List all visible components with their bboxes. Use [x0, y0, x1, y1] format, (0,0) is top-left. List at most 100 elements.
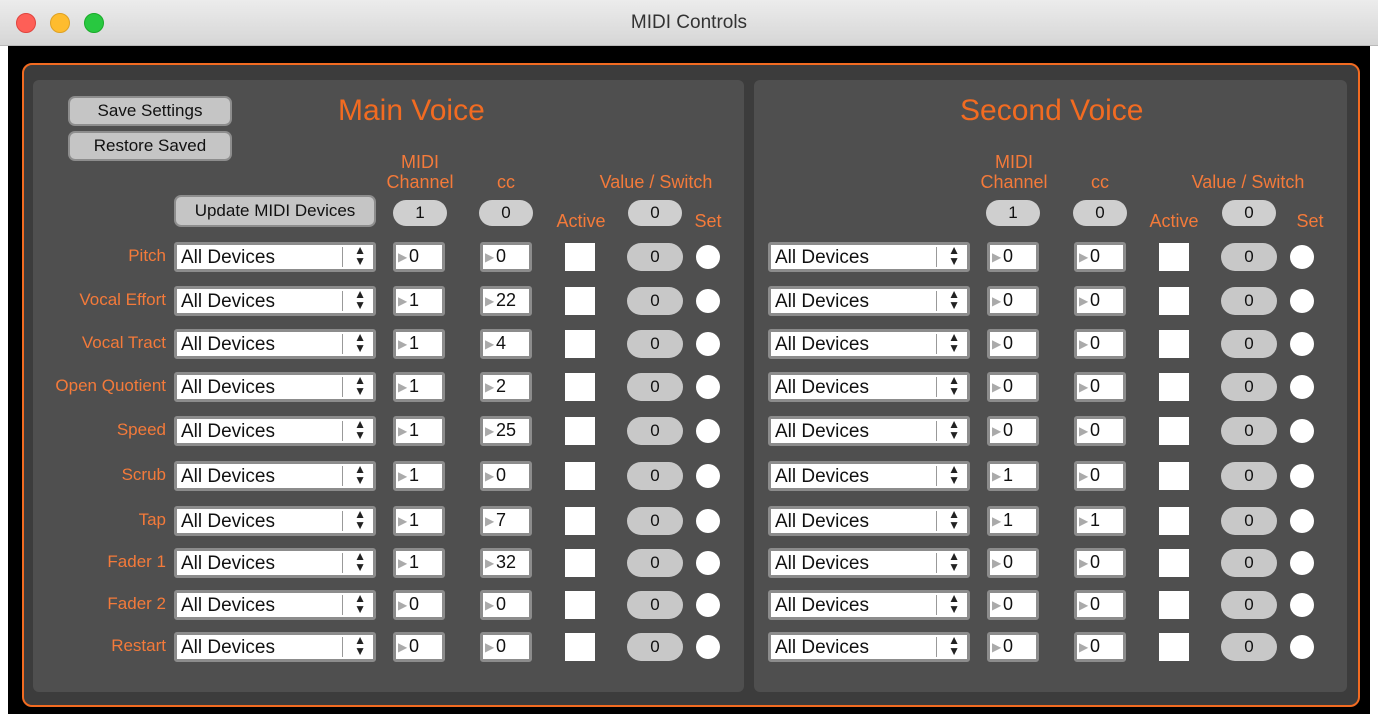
channel-number-box[interactable]: ▶ 0 — [393, 590, 445, 620]
device-select[interactable]: All Devices ▲ ▼ — [174, 286, 376, 316]
active-checkbox[interactable] — [565, 549, 595, 577]
set-radio-button[interactable] — [1290, 419, 1314, 443]
cc-number-box[interactable]: ▶ 0 — [1074, 632, 1126, 662]
cc-number-box[interactable]: ▶ 0 — [1074, 329, 1126, 359]
channel-number-box[interactable]: ▶ 0 — [393, 242, 445, 272]
value-pill[interactable]: 0 — [1221, 507, 1277, 535]
device-select[interactable]: All Devices ▲ ▼ — [174, 461, 376, 491]
restore-saved-button[interactable]: Restore Saved — [68, 131, 232, 161]
channel-number-box[interactable]: ▶ 1 — [393, 372, 445, 402]
set-radio-button[interactable] — [696, 509, 720, 533]
device-select[interactable]: All Devices ▲ ▼ — [768, 286, 970, 316]
set-radio-button[interactable] — [696, 551, 720, 575]
cc-number-box[interactable]: ▶ 0 — [1074, 461, 1126, 491]
device-select[interactable]: All Devices ▲ ▼ — [768, 372, 970, 402]
value-pill[interactable]: 0 — [1221, 417, 1277, 445]
active-checkbox[interactable] — [565, 330, 595, 358]
value-pill[interactable]: 0 — [627, 549, 683, 577]
device-select[interactable]: All Devices ▲ ▼ — [174, 548, 376, 578]
save-settings-button[interactable]: Save Settings — [68, 96, 232, 126]
set-radio-button[interactable] — [696, 289, 720, 313]
cc-number-box[interactable]: ▶ 0 — [480, 590, 532, 620]
set-radio-button[interactable] — [696, 375, 720, 399]
active-checkbox[interactable] — [1159, 507, 1189, 535]
cc-number-box[interactable]: ▶ 32 — [480, 548, 532, 578]
cc-number-box[interactable]: ▶ 0 — [480, 632, 532, 662]
cc-number-box[interactable]: ▶ 22 — [480, 286, 532, 316]
main-value-all-pill[interactable]: 0 — [628, 200, 682, 226]
device-select[interactable]: All Devices ▲ ▼ — [768, 506, 970, 536]
device-select[interactable]: All Devices ▲ ▼ — [768, 242, 970, 272]
device-select[interactable]: All Devices ▲ ▼ — [768, 548, 970, 578]
channel-number-box[interactable]: ▶ 0 — [987, 590, 1039, 620]
value-pill[interactable]: 0 — [627, 330, 683, 358]
cc-number-box[interactable]: ▶ 25 — [480, 416, 532, 446]
active-checkbox[interactable] — [565, 243, 595, 271]
cc-number-box[interactable]: ▶ 0 — [1074, 242, 1126, 272]
value-pill[interactable]: 0 — [1221, 549, 1277, 577]
value-pill[interactable]: 0 — [627, 507, 683, 535]
cc-number-box[interactable]: ▶ 0 — [1074, 548, 1126, 578]
value-pill[interactable]: 0 — [627, 287, 683, 315]
device-select[interactable]: All Devices ▲ ▼ — [174, 329, 376, 359]
second-cc-all-pill[interactable]: 0 — [1073, 200, 1127, 226]
value-pill[interactable]: 0 — [1221, 243, 1277, 271]
active-checkbox[interactable] — [1159, 417, 1189, 445]
channel-number-box[interactable]: ▶ 0 — [987, 372, 1039, 402]
channel-number-box[interactable]: ▶ 0 — [987, 286, 1039, 316]
cc-number-box[interactable]: ▶ 0 — [480, 461, 532, 491]
set-radio-button[interactable] — [1290, 464, 1314, 488]
set-radio-button[interactable] — [696, 635, 720, 659]
channel-number-box[interactable]: ▶ 1 — [393, 506, 445, 536]
cc-number-box[interactable]: ▶ 0 — [1074, 416, 1126, 446]
second-channel-all-pill[interactable]: 1 — [986, 200, 1040, 226]
cc-number-box[interactable]: ▶ 1 — [1074, 506, 1126, 536]
set-radio-button[interactable] — [696, 332, 720, 356]
active-checkbox[interactable] — [565, 507, 595, 535]
cc-number-box[interactable]: ▶ 0 — [1074, 590, 1126, 620]
value-pill[interactable]: 0 — [1221, 462, 1277, 490]
device-select[interactable]: All Devices ▲ ▼ — [174, 416, 376, 446]
set-radio-button[interactable] — [1290, 509, 1314, 533]
channel-number-box[interactable]: ▶ 1 — [393, 461, 445, 491]
active-checkbox[interactable] — [565, 373, 595, 401]
cc-number-box[interactable]: ▶ 0 — [480, 242, 532, 272]
channel-number-box[interactable]: ▶ 1 — [393, 286, 445, 316]
channel-number-box[interactable]: ▶ 0 — [987, 632, 1039, 662]
value-pill[interactable]: 0 — [627, 462, 683, 490]
value-pill[interactable]: 0 — [627, 591, 683, 619]
value-pill[interactable]: 0 — [627, 417, 683, 445]
device-select[interactable]: All Devices ▲ ▼ — [768, 416, 970, 446]
set-radio-button[interactable] — [696, 593, 720, 617]
value-pill[interactable]: 0 — [627, 633, 683, 661]
device-select[interactable]: All Devices ▲ ▼ — [768, 461, 970, 491]
value-pill[interactable]: 0 — [1221, 591, 1277, 619]
main-cc-all-pill[interactable]: 0 — [479, 200, 533, 226]
value-pill[interactable]: 0 — [1221, 633, 1277, 661]
channel-number-box[interactable]: ▶ 1 — [987, 506, 1039, 536]
set-radio-button[interactable] — [696, 419, 720, 443]
channel-number-box[interactable]: ▶ 1 — [393, 329, 445, 359]
active-checkbox[interactable] — [1159, 243, 1189, 271]
channel-number-box[interactable]: ▶ 0 — [987, 548, 1039, 578]
channel-number-box[interactable]: ▶ 1 — [987, 461, 1039, 491]
cc-number-box[interactable]: ▶ 2 — [480, 372, 532, 402]
active-checkbox[interactable] — [565, 462, 595, 490]
device-select[interactable]: All Devices ▲ ▼ — [768, 590, 970, 620]
device-select[interactable]: All Devices ▲ ▼ — [174, 242, 376, 272]
set-radio-button[interactable] — [696, 464, 720, 488]
value-pill[interactable]: 0 — [627, 373, 683, 401]
set-radio-button[interactable] — [696, 245, 720, 269]
value-pill[interactable]: 0 — [1221, 287, 1277, 315]
set-radio-button[interactable] — [1290, 635, 1314, 659]
channel-number-box[interactable]: ▶ 0 — [987, 416, 1039, 446]
cc-number-box[interactable]: ▶ 7 — [480, 506, 532, 536]
set-radio-button[interactable] — [1290, 375, 1314, 399]
device-select[interactable]: All Devices ▲ ▼ — [768, 632, 970, 662]
active-checkbox[interactable] — [565, 633, 595, 661]
active-checkbox[interactable] — [1159, 462, 1189, 490]
value-pill[interactable]: 0 — [1221, 330, 1277, 358]
cc-number-box[interactable]: ▶ 0 — [1074, 286, 1126, 316]
set-radio-button[interactable] — [1290, 551, 1314, 575]
active-checkbox[interactable] — [1159, 633, 1189, 661]
